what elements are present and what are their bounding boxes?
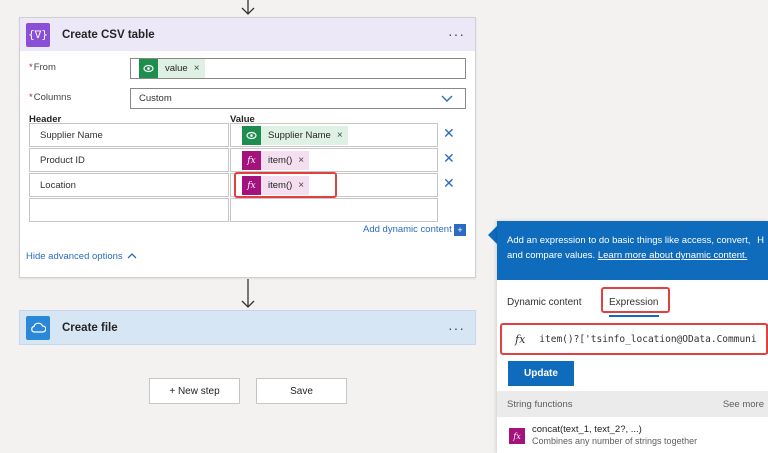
row-header-cell[interactable]: Location: [29, 173, 229, 197]
card-menu-button[interactable]: ···: [448, 320, 465, 336]
expression-token-label: item(): [268, 155, 293, 166]
data-operation-icon: {∇}: [26, 22, 50, 47]
card-menu-button[interactable]: ···: [448, 26, 465, 42]
function-name[interactable]: concat(text_1, text_2?, ...): [532, 424, 642, 435]
chevron-up-icon[interactable]: [127, 252, 137, 259]
create-csv-table-card: {∇} Create CSV table ··· *From value × *…: [19, 17, 476, 278]
remove-token-icon[interactable]: ×: [337, 130, 343, 141]
card-header[interactable]: {∇} Create CSV table ···: [20, 18, 475, 51]
string-functions-section: String functions See more: [497, 391, 768, 417]
remove-row-icon[interactable]: ✕: [443, 151, 455, 165]
dynamic-content-panel: Add an expression to do basic things lik…: [497, 221, 768, 453]
card-title: Create file: [62, 321, 118, 334]
add-dynamic-content-link[interactable]: Add dynamic content: [363, 224, 452, 235]
row-value-cell[interactable]: Supplier Name ×: [230, 123, 438, 147]
remove-row-icon[interactable]: ✕: [443, 176, 455, 190]
from-token[interactable]: value ×: [139, 59, 205, 78]
section-title: String functions: [507, 398, 573, 410]
function-icon: fx: [509, 428, 525, 444]
connector-arrow-top: [241, 0, 255, 15]
row-header-cell[interactable]: Product ID: [29, 148, 229, 172]
tab-dynamic-content[interactable]: Dynamic content: [507, 297, 581, 308]
value-token[interactable]: Supplier Name ×: [242, 126, 348, 145]
fx-icon: fx: [242, 151, 261, 170]
panel-hide-button[interactable]: H: [757, 233, 764, 248]
new-step-button[interactable]: + New step: [149, 378, 240, 404]
value-token-label: Supplier Name: [268, 130, 331, 141]
onedrive-cloud-icon: [26, 315, 50, 340]
see-more-link[interactable]: See more: [723, 399, 764, 410]
row-header-cell[interactable]: Supplier Name: [29, 123, 229, 147]
hide-advanced-options-link[interactable]: Hide advanced options: [26, 251, 123, 262]
remove-row-icon[interactable]: ✕: [443, 126, 455, 140]
from-input[interactable]: value ×: [130, 58, 466, 79]
empty-header-cell[interactable]: [29, 198, 229, 222]
dataverse-icon: [242, 126, 261, 145]
highlight-box: [601, 287, 670, 313]
create-file-card[interactable]: Create file ···: [19, 310, 476, 345]
columns-dropdown[interactable]: Custom: [130, 88, 466, 109]
add-dynamic-content-icon[interactable]: +: [454, 224, 466, 236]
panel-pointer: [488, 226, 497, 244]
from-token-label: value: [165, 63, 188, 74]
columns-label: *Columns: [29, 92, 72, 103]
highlight-box: [234, 172, 337, 198]
chevron-down-icon: [441, 95, 453, 102]
learn-more-link[interactable]: Learn more about dynamic content.: [598, 250, 747, 261]
empty-value-cell[interactable]: [230, 198, 438, 222]
connector-arrow: [241, 279, 255, 308]
card-title: Create CSV table: [62, 28, 155, 41]
panel-info: Add an expression to do basic things lik…: [497, 221, 768, 280]
from-label: *From: [29, 62, 56, 73]
function-description: Combines any number of strings together: [532, 436, 698, 446]
active-tab-indicator: [609, 315, 659, 317]
remove-token-icon[interactable]: ×: [298, 155, 304, 166]
highlight-box: [500, 323, 768, 355]
dataverse-icon: [139, 59, 158, 78]
update-button[interactable]: Update: [508, 361, 574, 386]
remove-token-icon[interactable]: ×: [194, 63, 200, 74]
save-button[interactable]: Save: [256, 378, 347, 404]
row-value-cell[interactable]: fx item() ×: [230, 148, 438, 172]
columns-value: Custom: [139, 93, 172, 104]
expression-token[interactable]: fx item() ×: [242, 151, 310, 170]
